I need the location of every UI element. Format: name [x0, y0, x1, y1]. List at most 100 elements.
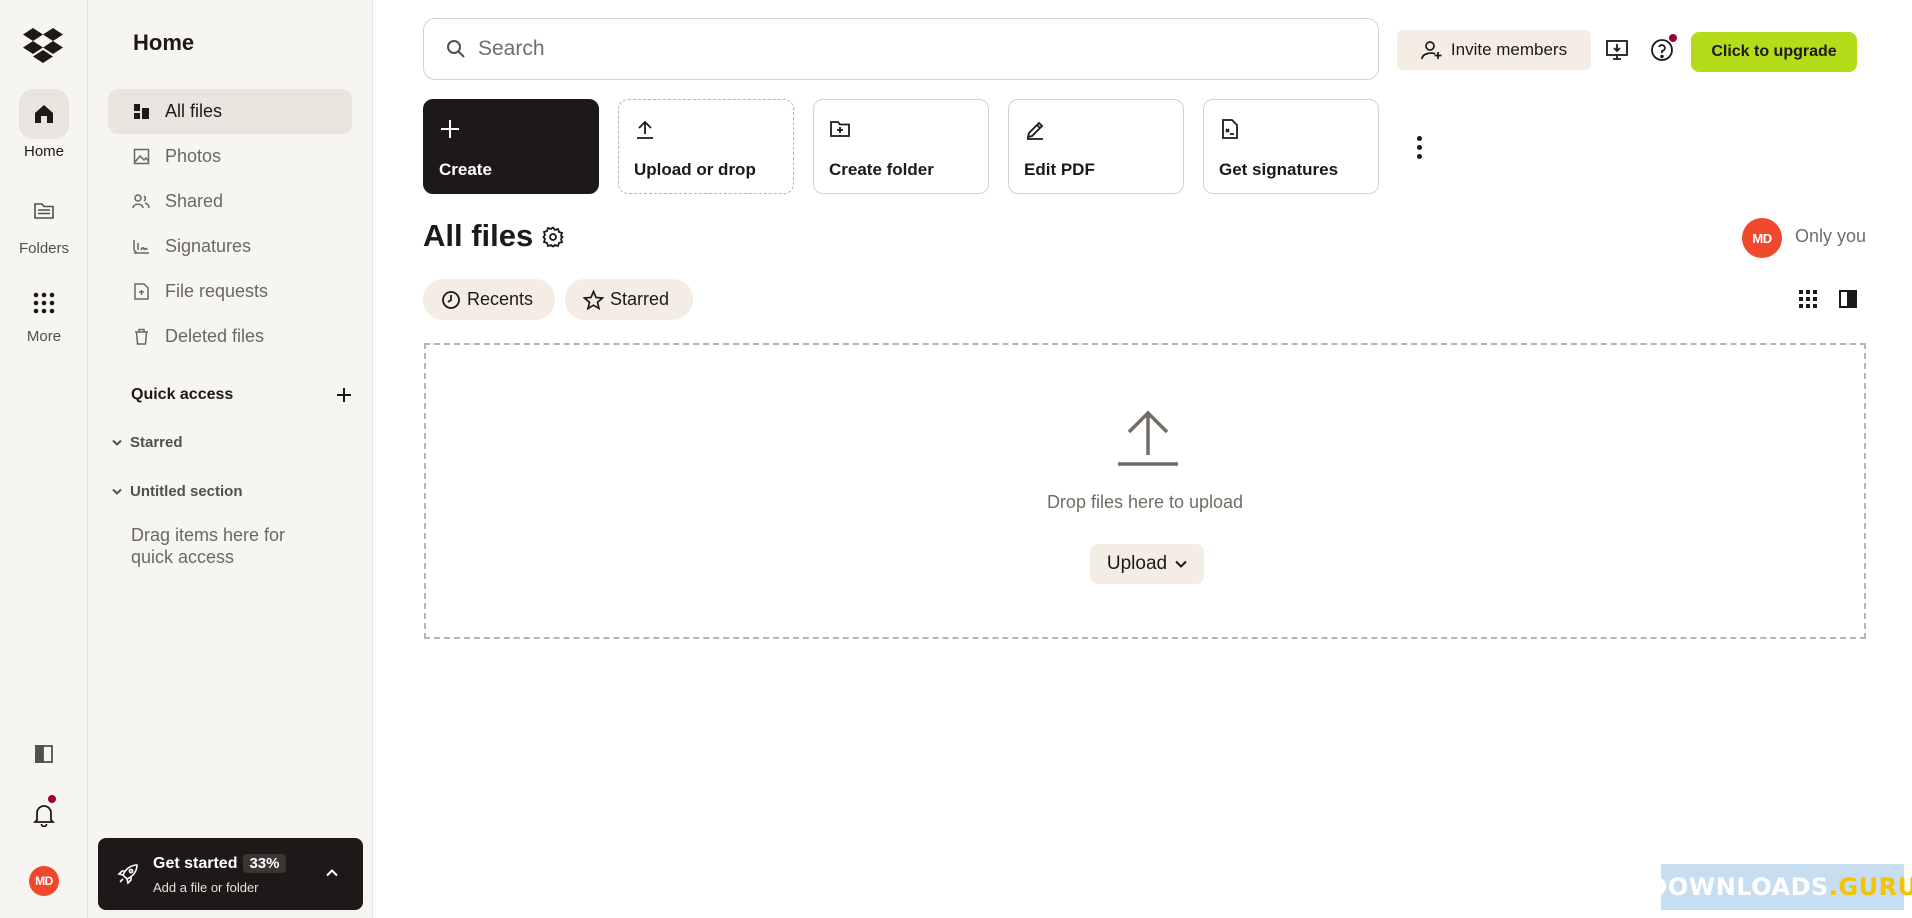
help-button[interactable]	[1649, 34, 1677, 63]
dropzone-text: Drop files here to upload	[1046, 492, 1244, 512]
file-requests-icon	[132, 283, 150, 301]
get-started-card[interactable]: Get started 33% Add a file or folder	[98, 838, 363, 910]
sidebar-item-signatures[interactable]: Signatures	[108, 224, 352, 269]
upload-button[interactable]: Upload	[1090, 544, 1204, 584]
rail-more-label: More	[26, 328, 62, 345]
edit-pdf-label: Edit PDF	[1024, 160, 1095, 179]
rail-home[interactable]: Home	[0, 89, 88, 160]
desktop-app-icon[interactable]	[1604, 37, 1630, 63]
home-icon	[19, 89, 69, 139]
quick-access-hint: Drag items here for quick access	[131, 525, 286, 567]
owner-avatar[interactable]: MD	[1742, 218, 1782, 258]
recents-chip[interactable]: Recents	[423, 279, 555, 320]
sidebar-item-label: Deleted files	[165, 326, 265, 346]
quick-access-section-starred[interactable]: Starred	[112, 434, 183, 451]
grid-view-icon[interactable]	[1797, 288, 1819, 310]
invite-members-label: Invite members	[1450, 40, 1568, 59]
get-started-progress: 33%	[243, 854, 286, 873]
create-label: Create	[439, 160, 492, 179]
edit-pdf-button[interactable]: Edit PDF	[1008, 99, 1184, 194]
notification-dot	[48, 795, 56, 803]
chevron-up-icon[interactable]	[326, 869, 338, 877]
photos-icon	[132, 148, 150, 166]
trash-icon	[132, 328, 150, 346]
get-started-subtitle: Add a file or folder	[153, 880, 259, 895]
sharing-status[interactable]: Only you	[1795, 226, 1866, 247]
search-placeholder: Search	[478, 37, 545, 60]
watermark-suffix: .GURU	[1828, 873, 1912, 901]
upload-icon	[637, 120, 653, 139]
rail-folders-label: Folders	[18, 240, 70, 257]
folder-icon	[19, 186, 69, 236]
pen-icon	[1026, 121, 1044, 140]
rail-more[interactable]: More	[0, 278, 88, 345]
upload-arrow-icon	[1118, 410, 1178, 466]
chevron-down-icon	[112, 488, 122, 495]
create-button[interactable]: Create	[423, 99, 599, 194]
add-icon[interactable]	[337, 388, 351, 402]
sidebar: Home All files Photos Shared Signatures …	[88, 0, 373, 918]
upload-label: Upload	[1106, 553, 1168, 574]
sidebar-item-deleted-files[interactable]: Deleted files	[108, 314, 352, 359]
bell-icon	[33, 805, 55, 827]
sidebar-item-file-requests[interactable]: File requests	[108, 269, 352, 314]
app-rail: Home Folders More MD	[0, 0, 88, 918]
search-icon	[447, 40, 465, 58]
quick-access-title: Quick access	[131, 386, 234, 403]
star-icon	[583, 289, 604, 310]
upload-or-drop-label: Upload or drop	[634, 160, 756, 179]
signatures-icon	[132, 238, 150, 256]
sidebar-nav: All files Photos Shared Signatures File …	[108, 89, 352, 359]
sidebar-item-all-files[interactable]: All files	[108, 89, 352, 134]
plus-icon	[441, 120, 459, 138]
help-notification-dot	[1669, 34, 1677, 42]
search-input[interactable]: Search	[423, 18, 1379, 80]
rail-home-label: Home	[23, 143, 64, 160]
sidebar-title: Home	[133, 30, 195, 55]
sidebar-item-label: All files	[165, 101, 223, 121]
watermark: DOWNLOADS .GURU	[1647, 864, 1912, 910]
sidebar-item-label: File requests	[165, 281, 269, 301]
sidebar-toggle-icon	[35, 745, 53, 763]
more-actions-button[interactable]	[1407, 132, 1431, 162]
starred-chip[interactable]: Starred	[565, 279, 693, 320]
upgrade-button[interactable]: Click to upgrade	[1691, 32, 1857, 72]
get-signatures-button[interactable]: Get signatures	[1203, 99, 1379, 194]
quick-access-header: Quick access	[131, 386, 351, 404]
rail-folders[interactable]: Folders	[0, 186, 88, 257]
get-started-label: Get started	[153, 855, 238, 872]
starred-label: Starred	[610, 289, 670, 309]
invite-members-button[interactable]: Invite members	[1397, 30, 1591, 70]
info-panel-toggle-icon[interactable]	[1837, 288, 1859, 310]
clock-icon	[442, 290, 460, 309]
create-folder-button[interactable]: Create folder	[813, 99, 989, 194]
sidebar-item-photos[interactable]: Photos	[108, 134, 352, 179]
create-folder-label: Create folder	[829, 160, 934, 179]
dropbox-logo[interactable]	[22, 22, 64, 64]
folder-plus-icon	[830, 121, 850, 137]
get-started-title: Get started 33%	[153, 854, 286, 873]
recents-label: Recents	[467, 289, 534, 309]
all-files-icon	[132, 103, 150, 121]
add-user-icon	[1421, 41, 1442, 60]
sidebar-item-label: Shared	[165, 191, 224, 211]
sidebar-toggle[interactable]	[0, 744, 88, 764]
user-avatar[interactable]: MD	[29, 866, 59, 896]
section-label: Starred	[130, 434, 183, 451]
sidebar-item-label: Photos	[165, 146, 222, 166]
page-title: All files	[423, 218, 534, 253]
dropzone[interactable]: Drop files here to upload Upload	[424, 343, 1866, 639]
upload-or-drop-button[interactable]: Upload or drop	[618, 99, 794, 194]
shared-icon	[132, 193, 150, 211]
notifications-button[interactable]	[0, 795, 88, 827]
gear-icon[interactable]	[542, 226, 564, 248]
signature-doc-icon	[1222, 119, 1238, 139]
sidebar-item-shared[interactable]: Shared	[108, 179, 352, 224]
section-label: Untitled section	[130, 483, 243, 500]
grid-icon	[19, 278, 69, 328]
chevron-down-icon	[1175, 560, 1187, 568]
rocket-icon	[117, 864, 138, 885]
get-signatures-label: Get signatures	[1219, 160, 1339, 179]
quick-access-section-untitled[interactable]: Untitled section	[112, 483, 243, 500]
watermark-text: DOWNLOADS	[1647, 873, 1829, 901]
